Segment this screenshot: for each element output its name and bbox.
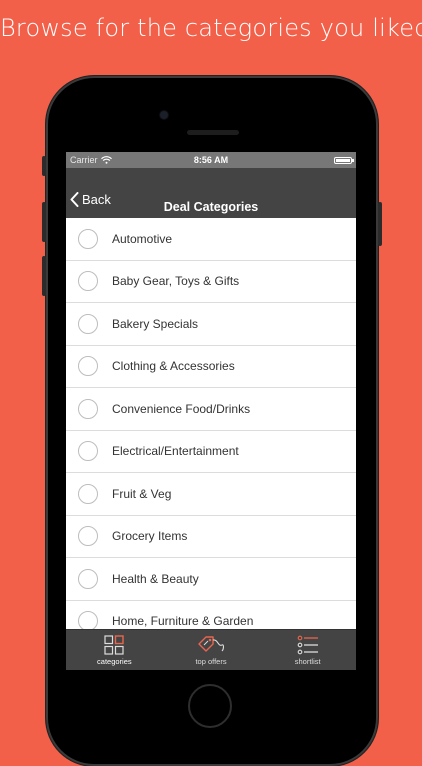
tag-icon	[198, 635, 225, 652]
radio-unchecked-icon[interactable]	[78, 228, 98, 249]
tab-label: categories	[97, 656, 132, 666]
category-label: Fruit & Veg	[112, 486, 172, 501]
mute-switch	[42, 156, 46, 176]
radio-unchecked-icon[interactable]	[78, 483, 98, 504]
category-row-automotive[interactable]: Automotive	[66, 218, 356, 261]
power-button	[378, 202, 382, 246]
category-row-fruit-veg[interactable]: Fruit & Veg	[66, 473, 356, 516]
category-label: Baby Gear, Toys & Gifts	[112, 274, 240, 289]
radio-unchecked-icon[interactable]	[78, 441, 98, 462]
radio-unchecked-icon[interactable]	[78, 271, 98, 292]
headline: Browse for the categories you liked	[0, 14, 422, 42]
category-row-convenience[interactable]: Convenience Food/Drinks	[66, 388, 356, 431]
category-label: Clothing & Accessories	[112, 359, 235, 374]
radio-unchecked-icon[interactable]	[78, 356, 98, 377]
category-label: Convenience Food/Drinks	[112, 401, 251, 416]
tab-shortlist[interactable]: shortlist	[259, 630, 356, 670]
list-icon	[297, 635, 318, 654]
category-row-baby-gear[interactable]: Baby Gear, Toys & Gifts	[66, 261, 356, 303]
status-time: 8:56 AM	[193, 155, 229, 165]
category-label: Grocery Items	[112, 529, 188, 544]
battery-icon	[334, 156, 354, 164]
category-row-grocery[interactable]: Grocery Items	[66, 516, 356, 558]
category-row-electrical[interactable]: Electrical/Entertainment	[66, 431, 356, 473]
volume-down-button	[42, 256, 46, 296]
radio-unchecked-icon[interactable]	[78, 526, 98, 547]
front-camera	[160, 111, 168, 119]
category-row-bakery[interactable]: Bakery Specials	[66, 303, 356, 346]
category-label: Bakery Specials	[112, 316, 199, 331]
navigation-bar: Back Deal Categories	[66, 168, 356, 218]
phone-frame: Carrier 8:56 AM Back Deal Categories Aut…	[42, 76, 382, 766]
category-row-clothing[interactable]: Clothing & Accessories	[66, 346, 356, 388]
category-label: Home, Furniture & Garden	[112, 614, 254, 629]
tab-top-offers[interactable]: top offers	[163, 630, 260, 670]
tab-label: shortlist	[294, 656, 321, 666]
tab-bar: categories top offers shortlist	[66, 629, 356, 670]
radio-unchecked-icon[interactable]	[78, 313, 98, 334]
status-bar: Carrier 8:56 AM	[66, 152, 356, 168]
tab-label: top offers	[195, 656, 227, 666]
volume-up-button	[42, 202, 46, 242]
page-title: Deal Categories	[163, 200, 259, 214]
radio-unchecked-icon[interactable]	[78, 568, 98, 589]
home-button[interactable]	[188, 684, 232, 728]
category-label: Health & Beauty	[112, 571, 199, 586]
category-row-health-beauty[interactable]: Health & Beauty	[66, 558, 356, 601]
app-screen: Carrier 8:56 AM Back Deal Categories Aut…	[66, 152, 356, 670]
category-label: Automotive	[112, 231, 173, 246]
radio-unchecked-icon[interactable]	[78, 398, 98, 419]
earpiece-speaker	[187, 130, 239, 135]
category-list: Automotive Baby Gear, Toys & Gifts Baker…	[66, 218, 356, 643]
tab-categories[interactable]: categories	[66, 630, 163, 670]
grid-icon	[104, 634, 125, 655]
category-label: Electrical/Entertainment	[112, 444, 239, 459]
